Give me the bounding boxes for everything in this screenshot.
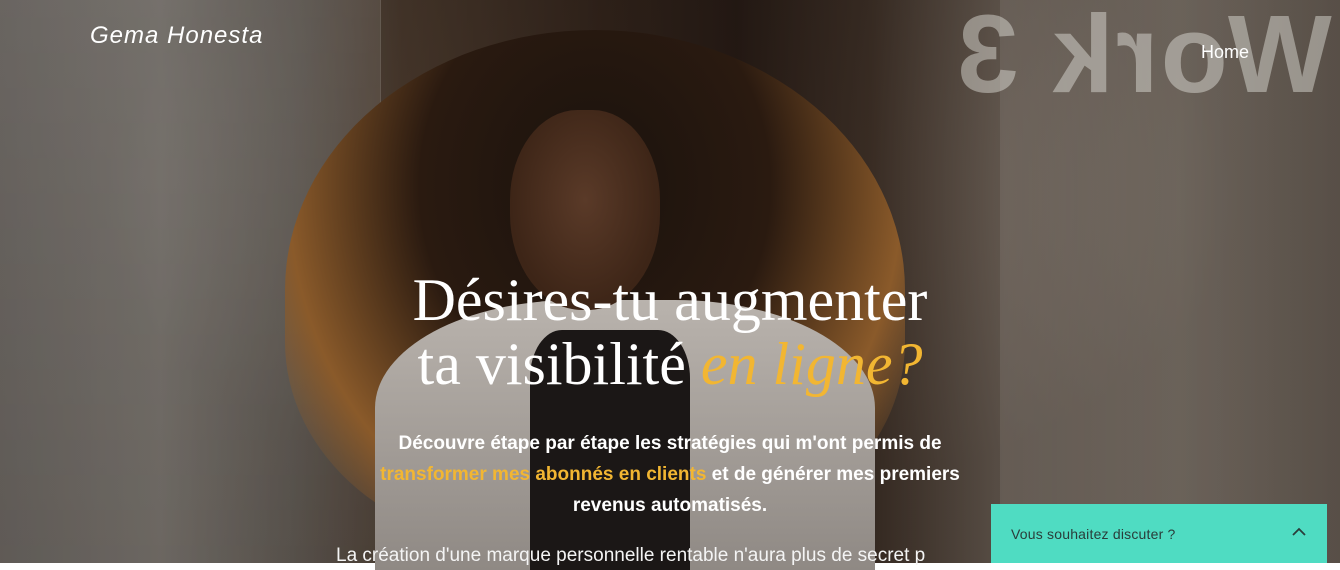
headline-line-1: Désires-tu augmenter: [412, 267, 928, 333]
chat-label: Vous souhaitez discuter ?: [1011, 525, 1176, 542]
headline-accent: en ligne?: [700, 331, 923, 397]
site-logo[interactable]: Gema Honesta: [90, 22, 263, 50]
subcopy-part-1: Découvre étape par étape les stratégies …: [398, 433, 942, 454]
chat-widget-button[interactable]: Vous souhaitez discuter ?: [991, 504, 1327, 563]
headline-line-2: ta visibilité en ligne?: [0, 332, 1340, 396]
hero-subcopy: Découvre étape par étape les stratégies …: [380, 428, 960, 521]
hero-body-text: La création d'une marque personnelle ren…: [336, 545, 926, 566]
subcopy-accent: transformer mes abonnés en clients: [380, 464, 707, 485]
door-sign-text: Work 3: [955, 0, 1332, 116]
headline-line-2-text: ta visibilité: [417, 331, 701, 397]
nav-home-link[interactable]: Home: [1201, 42, 1249, 63]
chevron-up-icon: [1291, 524, 1307, 540]
hero-headline: Désires-tu augmenter ta visibilité en li…: [0, 268, 1340, 396]
